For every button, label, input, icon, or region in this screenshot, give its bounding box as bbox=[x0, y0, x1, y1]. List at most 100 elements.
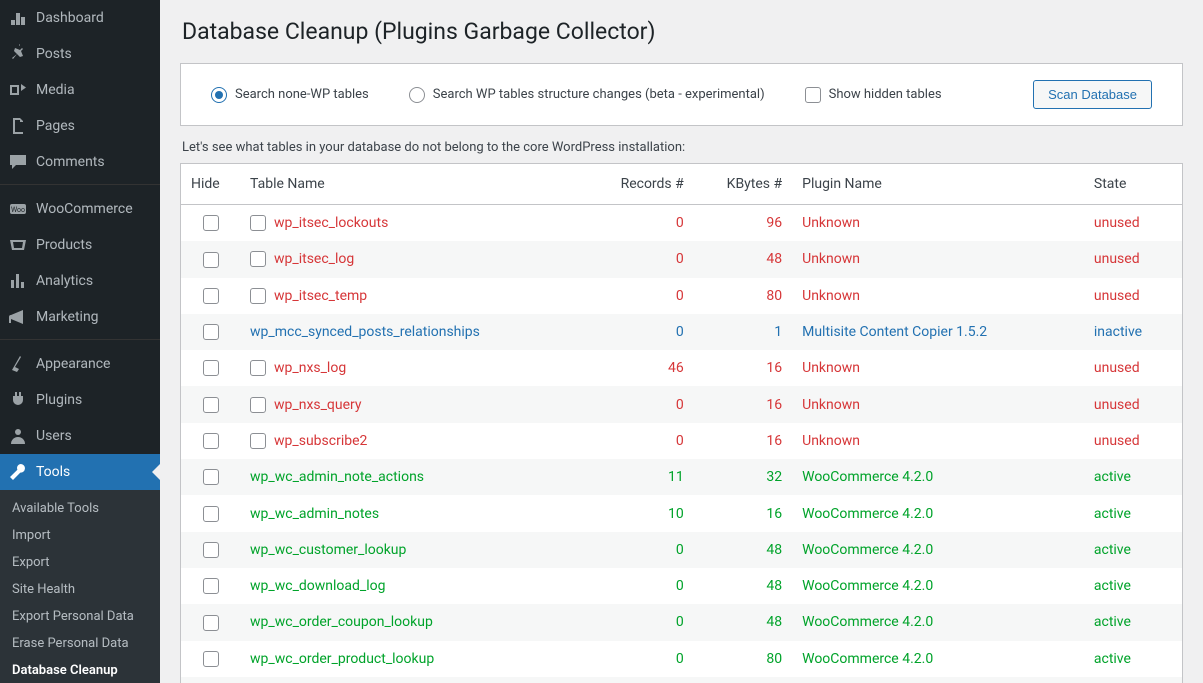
sidebar-item-products[interactable]: Products bbox=[0, 227, 160, 263]
table-name[interactable]: wp_wc_order_product_lookup bbox=[250, 651, 434, 667]
hide-checkbox[interactable] bbox=[203, 252, 219, 268]
filter-bar: Search none-WP tables Search WP tables s… bbox=[180, 63, 1183, 126]
sidebar-item-media[interactable]: Media bbox=[0, 72, 160, 108]
hide-checkbox[interactable] bbox=[203, 651, 219, 667]
sidebar-item-label: Users bbox=[36, 428, 72, 444]
intro-text: Let's see what tables in your database d… bbox=[182, 140, 1183, 155]
select-checkbox[interactable] bbox=[250, 251, 266, 267]
sidebar-item-analytics[interactable]: Analytics bbox=[0, 263, 160, 299]
kbytes-cell: 32 bbox=[694, 459, 792, 495]
state-cell: inactive bbox=[1084, 314, 1183, 350]
sidebar-sub-site-health[interactable]: Site Health bbox=[0, 576, 160, 603]
plugin-cell: Unknown bbox=[792, 241, 1084, 277]
hide-checkbox[interactable] bbox=[203, 615, 219, 631]
table-name[interactable]: wp_wc_download_log bbox=[250, 578, 385, 594]
page-title: Database Cleanup (Plugins Garbage Collec… bbox=[182, 18, 1183, 45]
select-checkbox[interactable] bbox=[250, 215, 266, 231]
sidebar-sub-database-cleanup[interactable]: Database Cleanup bbox=[0, 657, 160, 683]
hide-checkbox[interactable] bbox=[203, 397, 219, 413]
table-name[interactable]: wp_wc_order_coupon_lookup bbox=[250, 614, 433, 630]
state-cell: active bbox=[1084, 677, 1183, 683]
marketing-icon bbox=[8, 307, 28, 327]
sidebar-item-woocommerce[interactable]: WooWooCommerce bbox=[0, 191, 160, 227]
filter-show-hidden[interactable]: Show hidden tables bbox=[805, 87, 942, 103]
table-name[interactable]: wp_wc_customer_lookup bbox=[250, 542, 406, 558]
sidebar-item-posts[interactable]: Posts bbox=[0, 36, 160, 72]
table-row: wp_itsec_temp080Unknownunused bbox=[181, 278, 1183, 314]
hide-checkbox[interactable] bbox=[203, 542, 219, 558]
sidebar-sub-import[interactable]: Import bbox=[0, 522, 160, 549]
hide-checkbox[interactable] bbox=[203, 288, 219, 304]
select-checkbox[interactable] bbox=[250, 360, 266, 376]
select-checkbox[interactable] bbox=[250, 397, 266, 413]
table-row: wp_itsec_lockouts096Unknownunused bbox=[181, 205, 1183, 242]
plugin-cell: Unknown bbox=[792, 423, 1084, 459]
sidebar-sub-export[interactable]: Export bbox=[0, 549, 160, 576]
sidebar-item-plugins[interactable]: Plugins bbox=[0, 382, 160, 418]
state-cell: active bbox=[1084, 641, 1183, 677]
hide-checkbox[interactable] bbox=[203, 360, 219, 376]
hide-checkbox[interactable] bbox=[203, 506, 219, 522]
sidebar-submenu: Available ToolsImportExportSite HealthEx… bbox=[0, 490, 160, 683]
page-icon bbox=[8, 116, 28, 136]
sidebar-item-label: Posts bbox=[36, 46, 72, 62]
hide-checkbox[interactable] bbox=[203, 324, 219, 340]
hide-checkbox[interactable] bbox=[203, 578, 219, 594]
state-cell: unused bbox=[1084, 205, 1183, 242]
table-row: wp_wc_order_stats064WooCommerce 4.2.0act… bbox=[181, 677, 1183, 683]
sidebar-item-dashboard[interactable]: Dashboard bbox=[0, 0, 160, 36]
kbytes-cell: 80 bbox=[694, 641, 792, 677]
records-cell: 0 bbox=[595, 278, 694, 314]
kbytes-cell: 1 bbox=[694, 314, 792, 350]
filter-label: Search none-WP tables bbox=[235, 87, 369, 102]
sidebar-item-pages[interactable]: Pages bbox=[0, 108, 160, 144]
state-cell: unused bbox=[1084, 241, 1183, 277]
select-checkbox[interactable] bbox=[250, 288, 266, 304]
table-row: wp_wc_admin_note_actions1132WooCommerce … bbox=[181, 459, 1183, 495]
records-cell: 0 bbox=[595, 386, 694, 422]
table-row: wp_wc_download_log048WooCommerce 4.2.0ac… bbox=[181, 568, 1183, 604]
table-name[interactable]: wp_nxs_query bbox=[274, 397, 362, 413]
table-name[interactable]: wp_nxs_log bbox=[274, 360, 346, 376]
sidebar-item-label: Marketing bbox=[36, 309, 99, 325]
col-name: Table Name bbox=[240, 164, 595, 205]
sidebar-item-comments[interactable]: Comments bbox=[0, 144, 160, 180]
hide-checkbox[interactable] bbox=[203, 469, 219, 485]
table-name[interactable]: wp_wc_admin_notes bbox=[250, 506, 379, 522]
sidebar-sub-available-tools[interactable]: Available Tools bbox=[0, 495, 160, 522]
table-row: wp_nxs_log4616Unknownunused bbox=[181, 350, 1183, 386]
hide-checkbox[interactable] bbox=[203, 215, 219, 231]
plugin-cell: WooCommerce 4.2.0 bbox=[792, 677, 1084, 683]
state-cell: unused bbox=[1084, 278, 1183, 314]
scan-database-button[interactable]: Scan Database bbox=[1033, 80, 1152, 109]
checkbox-icon bbox=[805, 87, 821, 103]
sidebar-item-tools[interactable]: Tools bbox=[0, 454, 160, 490]
state-cell: unused bbox=[1084, 350, 1183, 386]
table-name[interactable]: wp_subscribe2 bbox=[274, 433, 367, 449]
svg-text:Woo: Woo bbox=[11, 206, 25, 214]
sidebar-item-marketing[interactable]: Marketing bbox=[0, 299, 160, 335]
table-name[interactable]: wp_wc_admin_note_actions bbox=[250, 469, 424, 485]
plugin-cell: Unknown bbox=[792, 205, 1084, 242]
sidebar-sub-export-personal-data[interactable]: Export Personal Data bbox=[0, 603, 160, 630]
sidebar-item-label: Products bbox=[36, 237, 92, 253]
records-cell: 0 bbox=[595, 423, 694, 459]
sidebar-sub-erase-personal-data[interactable]: Erase Personal Data bbox=[0, 630, 160, 657]
kbytes-cell: 16 bbox=[694, 423, 792, 459]
table-name[interactable]: wp_itsec_temp bbox=[274, 288, 367, 304]
sidebar-item-users[interactable]: Users bbox=[0, 418, 160, 454]
tables-table: Hide Table Name Records # KBytes # Plugi… bbox=[180, 163, 1183, 683]
table-name[interactable]: wp_itsec_lockouts bbox=[274, 215, 388, 231]
table-name[interactable]: wp_mcc_synced_posts_relationships bbox=[250, 324, 480, 340]
state-cell: active bbox=[1084, 459, 1183, 495]
filter-search-wp-struct[interactable]: Search WP tables structure changes (beta… bbox=[409, 87, 765, 103]
filter-search-nonwp[interactable]: Search none-WP tables bbox=[211, 87, 369, 103]
select-checkbox[interactable] bbox=[250, 433, 266, 449]
woo-icon: Woo bbox=[8, 199, 28, 219]
table-name[interactable]: wp_itsec_log bbox=[274, 251, 354, 267]
hide-checkbox[interactable] bbox=[203, 433, 219, 449]
plugin-cell: Unknown bbox=[792, 350, 1084, 386]
sidebar-item-appearance[interactable]: Appearance bbox=[0, 346, 160, 382]
plugin-cell: WooCommerce 4.2.0 bbox=[792, 604, 1084, 640]
pin-icon bbox=[8, 44, 28, 64]
